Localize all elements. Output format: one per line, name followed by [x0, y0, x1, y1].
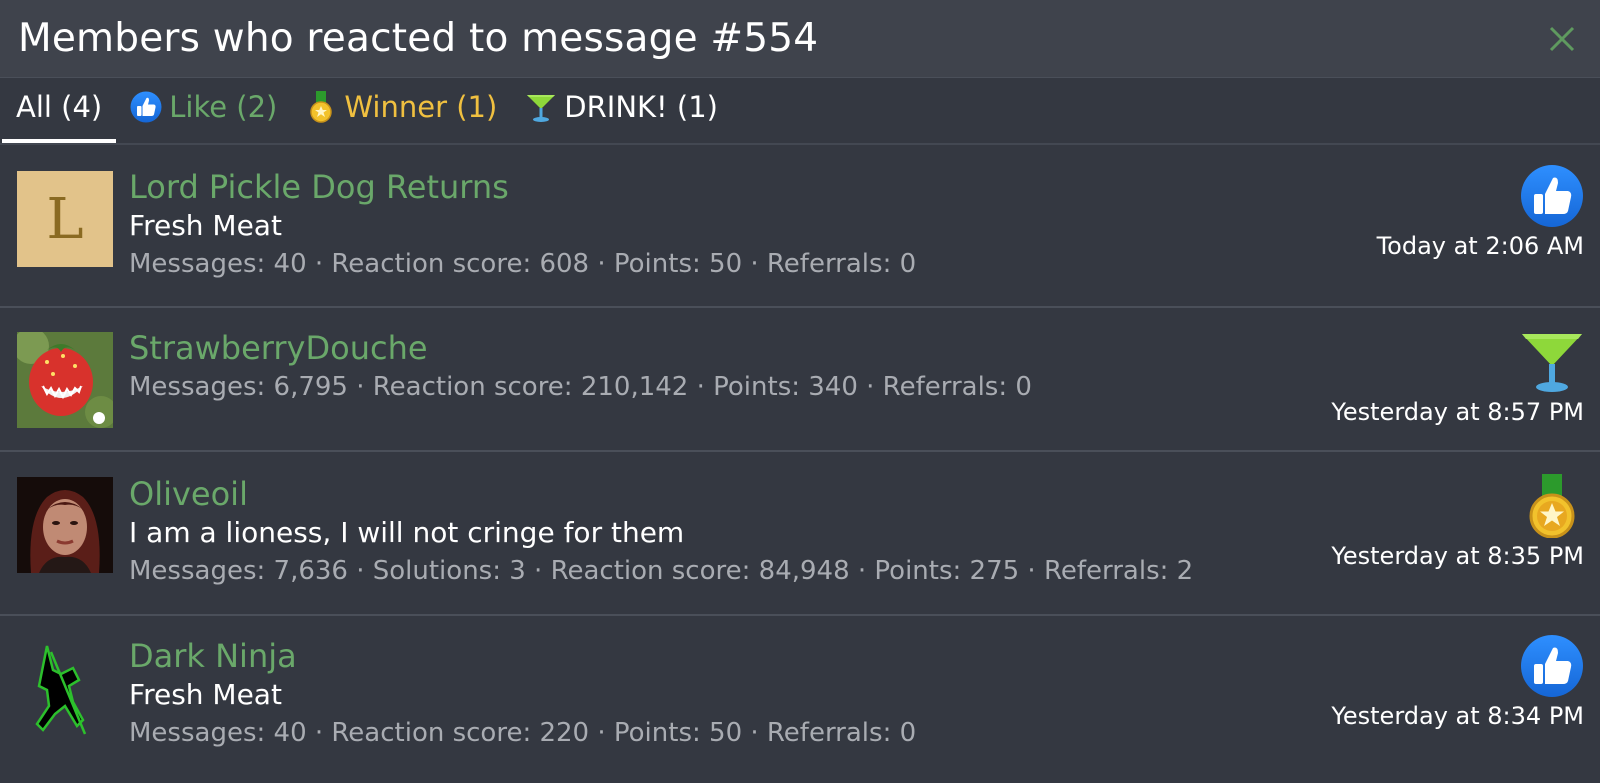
- like-icon: [1521, 635, 1583, 697]
- user-title: I am a lioness, I will not cringe for th…: [129, 516, 685, 549]
- cocktail-icon: [527, 94, 556, 122]
- tab-all[interactable]: All (4): [2, 78, 117, 143]
- user-stats: Messages: 7,636 · Solutions: 3 · Reactio…: [129, 556, 1194, 586]
- avatar-image: [17, 477, 113, 573]
- username-link[interactable]: Oliveoil: [129, 474, 1193, 514]
- reaction-meta: Yesterday at 8:57 PM: [1331, 330, 1584, 426]
- username-link[interactable]: Lord Pickle Dog Returns: [129, 167, 916, 207]
- member-body: StrawberryDouche Messages: 6,795 · React…: [129, 328, 1032, 406]
- overlay-header: Members who reacted to message #554: [0, 0, 1600, 78]
- reaction-tabs: All (4) Like (2) Winner (1) DRINK! (1): [0, 78, 1600, 145]
- tab-drink[interactable]: DRINK! (1): [511, 78, 732, 143]
- avatar-image: [17, 332, 113, 428]
- list-item: Dark Ninja Fresh Meat Messages: 40 · Rea…: [0, 616, 1600, 766]
- like-icon: [130, 91, 162, 122]
- reaction-date[interactable]: Yesterday at 8:57 PM: [1331, 398, 1584, 426]
- member-body: Lord Pickle Dog Returns Fresh Meat Messa…: [129, 167, 916, 283]
- username-link[interactable]: Dark Ninja: [129, 636, 916, 676]
- user-stats: Messages: 40 · Reaction score: 220 · Poi…: [129, 718, 917, 748]
- avatar[interactable]: L: [17, 171, 113, 267]
- tab-label: DRINK! (1): [564, 89, 718, 124]
- member-body: Oliveoil I am a lioness, I will not crin…: [129, 474, 1193, 590]
- tab-label: All (4): [16, 89, 103, 124]
- username-link[interactable]: StrawberryDouche: [129, 328, 1032, 368]
- cocktail-icon: [1522, 334, 1582, 392]
- reaction-meta: Today at 2:06 AM: [1377, 164, 1584, 260]
- list-item: Oliveoil I am a lioness, I will not crin…: [0, 452, 1600, 616]
- list-item: StrawberryDouche Messages: 6,795 · React…: [0, 308, 1600, 452]
- reaction-meta: Yesterday at 8:35 PM: [1331, 474, 1584, 570]
- avatar[interactable]: [17, 640, 113, 736]
- close-icon: [1549, 26, 1575, 51]
- like-icon: [1521, 165, 1583, 227]
- close-button[interactable]: [1542, 19, 1582, 59]
- medal-icon: [1529, 474, 1575, 538]
- user-stats: Messages: 6,795 · Reaction score: 210,14…: [129, 372, 1032, 402]
- reactions-overlay: Members who reacted to message #554 All …: [0, 0, 1600, 783]
- reaction-date[interactable]: Yesterday at 8:34 PM: [1331, 702, 1584, 730]
- tab-label: Like (2): [169, 89, 278, 124]
- tab-winner[interactable]: Winner (1): [291, 78, 511, 143]
- reaction-date[interactable]: Today at 2:06 AM: [1377, 232, 1584, 260]
- avatar[interactable]: [17, 332, 113, 428]
- list-item: L Lord Pickle Dog Returns Fresh Meat Mes…: [0, 145, 1600, 308]
- reaction-meta: Yesterday at 8:34 PM: [1331, 634, 1584, 730]
- medal-icon: [310, 90, 333, 123]
- avatar[interactable]: [17, 477, 113, 573]
- tab-like[interactable]: Like (2): [116, 78, 291, 143]
- overlay-title: Members who reacted to message #554: [18, 16, 819, 61]
- avatar-letter: L: [46, 186, 84, 252]
- user-title: Fresh Meat: [129, 678, 282, 711]
- avatar-image: [35, 645, 87, 735]
- reaction-list: L Lord Pickle Dog Returns Fresh Meat Mes…: [0, 145, 1600, 766]
- tab-label: Winner (1): [344, 89, 498, 124]
- user-title: Fresh Meat: [129, 209, 282, 242]
- user-stats: Messages: 40 · Reaction score: 608 · Poi…: [129, 249, 917, 279]
- reaction-date[interactable]: Yesterday at 8:35 PM: [1331, 542, 1584, 570]
- member-body: Dark Ninja Fresh Meat Messages: 40 · Rea…: [129, 636, 916, 752]
